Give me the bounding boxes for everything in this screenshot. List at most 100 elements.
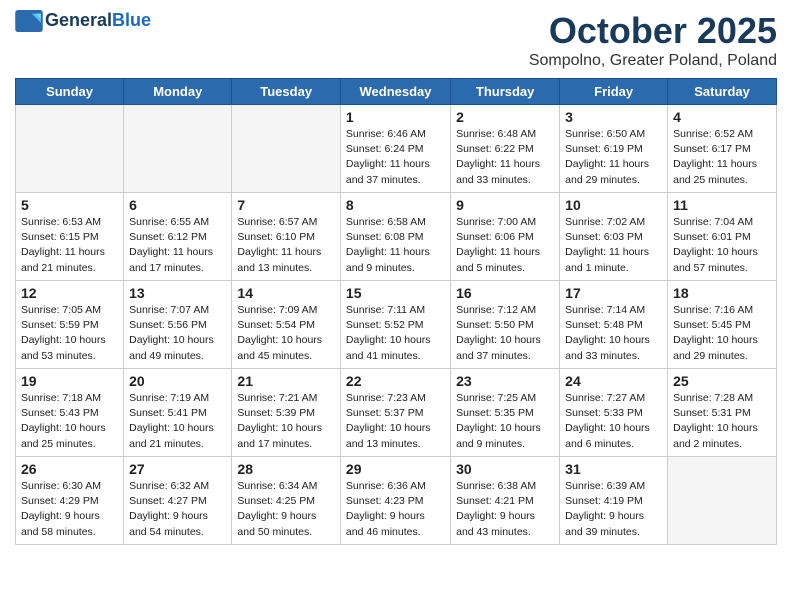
day-info: Sunrise: 6:39 AMSunset: 4:19 PMDaylight:… xyxy=(565,479,662,540)
header: GeneralBlue October 2025 Sompolno, Great… xyxy=(15,10,777,70)
day-info: Sunrise: 6:57 AMSunset: 6:10 PMDaylight:… xyxy=(237,215,335,276)
calendar-cell: 20 Sunrise: 7:19 AMSunset: 5:41 PMDayligh… xyxy=(124,369,232,457)
calendar-cell: 8Sunrise: 6:58 AMSunset: 6:08 PMDaylight… xyxy=(340,193,450,281)
calendar-week-row: 5 Sunrise: 6:53 AMSunset: 6:15 PMDaylight… xyxy=(16,193,777,281)
weekday-header: Tuesday xyxy=(232,79,341,105)
day-number: 6 xyxy=(129,197,226,213)
calendar-cell: 3 Sunrise: 6:50 AMSunset: 6:19 PMDaylight… xyxy=(560,105,668,193)
calendar-cell: 9 Sunrise: 7:00 AMSunset: 6:06 PMDaylight… xyxy=(451,193,560,281)
day-number: 5 xyxy=(21,197,118,213)
calendar-cell: 11Sunrise: 7:04 AMSunset: 6:01 PMDayligh… xyxy=(668,193,777,281)
calendar-cell: 25Sunrise: 7:28 AMSunset: 5:31 PMDayligh… xyxy=(668,369,777,457)
calendar-cell: 16 Sunrise: 7:12 AMSunset: 5:50 PMDayligh… xyxy=(451,281,560,369)
calendar-cell: 5 Sunrise: 6:53 AMSunset: 6:15 PMDaylight… xyxy=(16,193,124,281)
day-info: Sunrise: 7:09 AMSunset: 5:54 PMDaylight:… xyxy=(237,303,335,364)
day-number: 20 xyxy=(129,373,226,389)
day-info: Sunrise: 7:19 AMSunset: 5:41 PMDaylight:… xyxy=(129,391,226,452)
day-info: Sunrise: 7:02 AMSunset: 6:03 PMDaylight:… xyxy=(565,215,662,276)
day-info: Sunrise: 6:32 AMSunset: 4:27 PMDaylight:… xyxy=(129,479,226,540)
calendar-cell: 28Sunrise: 6:34 AMSunset: 4:25 PMDayligh… xyxy=(232,457,341,545)
day-info: Sunrise: 7:04 AMSunset: 6:01 PMDaylight:… xyxy=(673,215,771,276)
logo-text: GeneralBlue xyxy=(45,11,151,31)
day-info: Sunrise: 6:38 AMSunset: 4:21 PMDaylight:… xyxy=(456,479,554,540)
calendar-cell: 12 Sunrise: 7:05 AMSunset: 5:59 PMDayligh… xyxy=(16,281,124,369)
weekday-header: Sunday xyxy=(16,79,124,105)
day-info: Sunrise: 7:12 AMSunset: 5:50 PMDaylight:… xyxy=(456,303,554,364)
day-number: 26 xyxy=(21,461,118,477)
day-info: Sunrise: 7:21 AMSunset: 5:39 PMDaylight:… xyxy=(237,391,335,452)
calendar-cell: 26Sunrise: 6:30 AMSunset: 4:29 PMDayligh… xyxy=(16,457,124,545)
calendar-cell: 15Sunrise: 7:11 AMSunset: 5:52 PMDayligh… xyxy=(340,281,450,369)
calendar-cell: 18Sunrise: 7:16 AMSunset: 5:45 PMDayligh… xyxy=(668,281,777,369)
day-info: Sunrise: 6:34 AMSunset: 4:25 PMDaylight:… xyxy=(237,479,335,540)
day-number: 16 xyxy=(456,285,554,301)
day-info: Sunrise: 6:50 AMSunset: 6:19 PMDaylight:… xyxy=(565,127,662,188)
calendar-cell xyxy=(232,105,341,193)
day-number: 31 xyxy=(565,461,662,477)
logo-line1: General xyxy=(45,10,112,30)
weekday-row: SundayMondayTuesdayWednesdayThursdayFrid… xyxy=(16,79,777,105)
day-info: Sunrise: 7:25 AMSunset: 5:35 PMDaylight:… xyxy=(456,391,554,452)
calendar-cell: 10Sunrise: 7:02 AMSunset: 6:03 PMDayligh… xyxy=(560,193,668,281)
day-number: 23 xyxy=(456,373,554,389)
day-number: 9 xyxy=(456,197,554,213)
calendar-cell: 24Sunrise: 7:27 AMSunset: 5:33 PMDayligh… xyxy=(560,369,668,457)
day-number: 21 xyxy=(237,373,335,389)
day-number: 19 xyxy=(21,373,118,389)
title-block: October 2025 Sompolno, Greater Poland, P… xyxy=(529,10,777,70)
logo-icon xyxy=(15,10,43,32)
calendar-week-row: 1Sunrise: 6:46 AMSunset: 6:24 PMDaylight… xyxy=(16,105,777,193)
day-number: 3 xyxy=(565,109,662,125)
calendar-cell: 17 Sunrise: 7:14 AMSunset: 5:48 PMDayligh… xyxy=(560,281,668,369)
calendar-cell: 1Sunrise: 6:46 AMSunset: 6:24 PMDaylight… xyxy=(340,105,450,193)
calendar-cell: 31 Sunrise: 6:39 AMSunset: 4:19 PMDayligh… xyxy=(560,457,668,545)
day-info: Sunrise: 7:14 AMSunset: 5:48 PMDaylight:… xyxy=(565,303,662,364)
day-number: 29 xyxy=(346,461,445,477)
day-info: Sunrise: 7:11 AMSunset: 5:52 PMDaylight:… xyxy=(346,303,445,364)
calendar-cell: 6 Sunrise: 6:55 AMSunset: 6:12 PMDaylight… xyxy=(124,193,232,281)
day-number: 12 xyxy=(21,285,118,301)
day-info: Sunrise: 7:27 AMSunset: 5:33 PMDaylight:… xyxy=(565,391,662,452)
day-info: Sunrise: 7:23 AMSunset: 5:37 PMDaylight:… xyxy=(346,391,445,452)
day-number: 17 xyxy=(565,285,662,301)
calendar-cell: 7Sunrise: 6:57 AMSunset: 6:10 PMDaylight… xyxy=(232,193,341,281)
calendar-week-row: 12 Sunrise: 7:05 AMSunset: 5:59 PMDayligh… xyxy=(16,281,777,369)
day-number: 25 xyxy=(673,373,771,389)
calendar-container: GeneralBlue October 2025 Sompolno, Great… xyxy=(0,0,792,555)
calendar-cell: 13 Sunrise: 7:07 AMSunset: 5:56 PMDayligh… xyxy=(124,281,232,369)
weekday-header: Thursday xyxy=(451,79,560,105)
calendar-cell: 27 Sunrise: 6:32 AMSunset: 4:27 PMDayligh… xyxy=(124,457,232,545)
day-number: 13 xyxy=(129,285,226,301)
calendar-cell: 29 Sunrise: 6:36 AMSunset: 4:23 PMDayligh… xyxy=(340,457,450,545)
weekday-header: Friday xyxy=(560,79,668,105)
month-title: October 2025 xyxy=(529,10,777,52)
weekday-header: Saturday xyxy=(668,79,777,105)
day-number: 30 xyxy=(456,461,554,477)
calendar-cell: 22Sunrise: 7:23 AMSunset: 5:37 PMDayligh… xyxy=(340,369,450,457)
day-number: 1 xyxy=(346,109,445,125)
day-number: 4 xyxy=(673,109,771,125)
logo-line2: Blue xyxy=(112,10,151,30)
calendar-cell: 19 Sunrise: 7:18 AMSunset: 5:43 PMDayligh… xyxy=(16,369,124,457)
calendar-table: SundayMondayTuesdayWednesdayThursdayFrid… xyxy=(15,78,777,545)
day-info: Sunrise: 6:53 AMSunset: 6:15 PMDaylight:… xyxy=(21,215,118,276)
logo: GeneralBlue xyxy=(15,10,151,32)
calendar-cell: 14Sunrise: 7:09 AMSunset: 5:54 PMDayligh… xyxy=(232,281,341,369)
day-info: Sunrise: 6:36 AMSunset: 4:23 PMDaylight:… xyxy=(346,479,445,540)
day-info: Sunrise: 7:18 AMSunset: 5:43 PMDaylight:… xyxy=(21,391,118,452)
weekday-header: Wednesday xyxy=(340,79,450,105)
calendar-cell: 23 Sunrise: 7:25 AMSunset: 5:35 PMDayligh… xyxy=(451,369,560,457)
calendar-cell: 30 Sunrise: 6:38 AMSunset: 4:21 PMDayligh… xyxy=(451,457,560,545)
day-info: Sunrise: 7:00 AMSunset: 6:06 PMDaylight:… xyxy=(456,215,554,276)
day-number: 27 xyxy=(129,461,226,477)
calendar-week-row: 19 Sunrise: 7:18 AMSunset: 5:43 PMDayligh… xyxy=(16,369,777,457)
day-info: Sunrise: 6:48 AMSunset: 6:22 PMDaylight:… xyxy=(456,127,554,188)
day-info: Sunrise: 7:07 AMSunset: 5:56 PMDaylight:… xyxy=(129,303,226,364)
calendar-body: 1Sunrise: 6:46 AMSunset: 6:24 PMDaylight… xyxy=(16,105,777,545)
calendar-cell xyxy=(124,105,232,193)
calendar-cell xyxy=(668,457,777,545)
day-info: Sunrise: 7:05 AMSunset: 5:59 PMDaylight:… xyxy=(21,303,118,364)
day-info: Sunrise: 6:55 AMSunset: 6:12 PMDaylight:… xyxy=(129,215,226,276)
calendar-cell: 2 Sunrise: 6:48 AMSunset: 6:22 PMDaylight… xyxy=(451,105,560,193)
day-number: 2 xyxy=(456,109,554,125)
